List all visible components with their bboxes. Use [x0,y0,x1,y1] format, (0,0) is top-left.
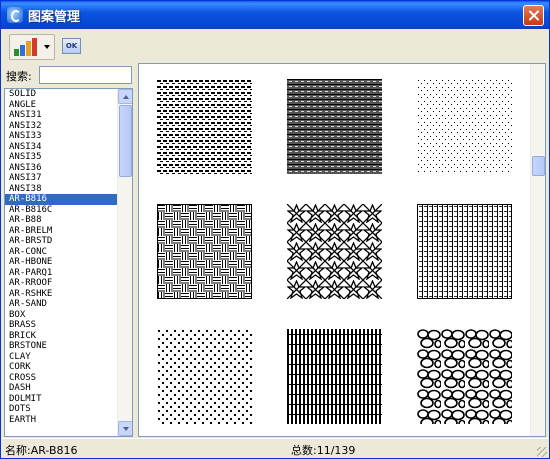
app-icon [7,7,23,23]
pattern-list-item[interactable]: CROSS [5,373,118,384]
pattern-list-item[interactable]: ANSI36 [5,163,118,174]
pattern-list-item[interactable]: ANSI38 [5,184,118,195]
pattern-list-item[interactable]: AR-RROOF [5,278,118,289]
window-title: 图案管理 [28,10,81,25]
pattern-list-item[interactable]: DOTS [5,404,118,415]
pattern-tile-hatched-rows[interactable] [287,79,382,174]
bar-chart-icon [14,38,38,56]
pattern-list-item[interactable]: BRICK [5,331,118,342]
status-total-count: 总数:11/139 [291,444,356,457]
pattern-tile-weave[interactable] [157,204,252,299]
pattern-list-item[interactable]: ANSI32 [5,121,118,132]
status-bar: 名称:AR-B816 总数:11/139 [1,438,549,458]
pattern-list-item[interactable]: CLAY [5,352,118,363]
chevron-down-icon [44,45,50,49]
pattern-list-item[interactable]: AR-CONC [5,247,118,258]
pattern-list-item[interactable]: CORK [5,362,118,373]
pattern-tile-stars[interactable] [287,204,382,299]
scroll-thumb[interactable] [119,105,132,177]
pattern-tile-vertical-lines[interactable] [287,329,382,424]
pattern-list-item[interactable]: AR-BRELM [5,226,118,237]
preview-scroll-thumb[interactable] [532,156,545,176]
scroll-down-button[interactable] [118,421,132,436]
pattern-list-item[interactable]: AR-B88 [5,215,118,226]
status-pattern-name: 名称:AR-B816 [5,444,78,457]
pattern-tile-dot-rows[interactable] [417,79,512,174]
pattern-tile-dot-field[interactable] [157,329,252,424]
pattern-tile-stones[interactable] [417,329,512,424]
pattern-list-item[interactable]: AR-B816 [5,194,118,205]
chart-dropdown-button[interactable] [9,34,55,60]
pattern-list-items: SOLID ANGLE ANSI31 ANSI32 ANSI33 ANSI34 ANSI35… [5,89,118,425]
pattern-list-item[interactable]: AR-HBONE [5,257,118,268]
pattern-list-item[interactable]: AR-RSHKE [5,289,118,300]
pattern-list-item[interactable]: BRSTONE [5,341,118,352]
pattern-list-item[interactable]: BRASS [5,320,118,331]
search-label: 搜索: [6,70,32,83]
pattern-list-item[interactable]: ANSI31 [5,110,118,121]
pattern-list[interactable]: SOLID ANGLE ANSI31 ANSI32 ANSI33 ANSI34 ANSI35… [4,88,133,437]
pattern-manager-window: 图案管理 OK 搜索: SOLID ANGLE ANSI31 ANSI32 ANSI33… [0,0,550,459]
search-input[interactable] [39,66,132,84]
pattern-list-item[interactable]: ANGLE [5,100,118,111]
pattern-list-item[interactable]: ANSI33 [5,131,118,142]
pattern-list-item[interactable]: DASH [5,383,118,394]
pattern-list-item[interactable]: BOX [5,310,118,321]
pattern-tile-dash-rows[interactable] [157,79,252,174]
pattern-tile-grid-dashes[interactable] [417,204,512,299]
scroll-up-button[interactable] [118,89,132,104]
pattern-list-item[interactable]: AR-BRSTD [5,236,118,247]
pattern-list-item[interactable]: EARTH [5,415,118,426]
pattern-list-item[interactable]: AR-PARQ1 [5,268,118,279]
ok-button[interactable]: OK [62,38,81,54]
pattern-list-item[interactable]: ANSI34 [5,142,118,153]
pattern-preview-area[interactable] [138,63,546,437]
pattern-list-item[interactable]: AR-SAND [5,299,118,310]
preview-scrollbar[interactable] [530,64,545,436]
toolbar: OK [1,29,549,63]
pattern-list-item[interactable]: SOLID [5,89,118,100]
pattern-list-item[interactable]: ANSI35 [5,152,118,163]
pattern-list-item[interactable]: ANSI37 [5,173,118,184]
list-scrollbar[interactable] [117,89,132,436]
close-button[interactable] [523,5,544,26]
title-bar[interactable]: 图案管理 [1,1,549,29]
resize-grip-icon[interactable] [537,447,547,457]
pattern-list-item[interactable]: AR-B816C [5,205,118,216]
pattern-list-item[interactable]: DOLMIT [5,394,118,405]
